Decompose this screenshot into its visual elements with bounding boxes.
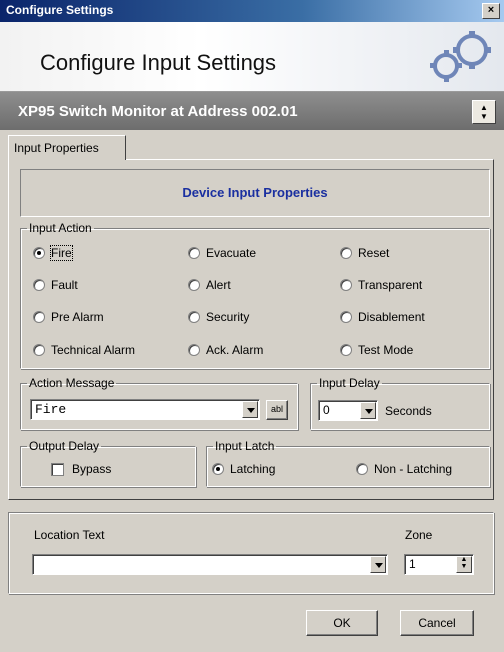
action-message-select[interactable]: Fire [30, 399, 260, 420]
radio-label: Security [206, 310, 250, 324]
device-spinner[interactable]: ▲ ▼ [472, 100, 496, 124]
device-title: XP95 Switch Monitor at Address 002.01 [18, 103, 298, 120]
page-title: Configure Input Settings [40, 50, 277, 75]
radio-label: Reset [358, 246, 390, 260]
radio-indicator[interactable] [188, 344, 200, 356]
output-delay-legend: Output Delay [29, 439, 100, 453]
bypass-checkbox[interactable] [51, 463, 64, 476]
radio-label: Fault [51, 278, 78, 292]
radio-indicator[interactable] [33, 311, 45, 323]
tab-label: Input Properties [14, 141, 99, 155]
input-delay-value: 0 [323, 403, 330, 417]
radio-indicator[interactable] [340, 344, 352, 356]
radio-label: Evacuate [206, 246, 257, 260]
radio-indicator[interactable] [212, 463, 224, 475]
radio-label: Ack. Alarm [206, 343, 264, 357]
radio-label: Non - Latching [374, 462, 453, 476]
zone-value: 1 [409, 557, 416, 571]
chevron-down-icon[interactable]: ▼ [473, 112, 495, 121]
radio-indicator[interactable] [340, 247, 352, 259]
panel-title-box: Device Input Properties [20, 169, 490, 217]
radio-indicator[interactable] [340, 311, 352, 323]
radio-indicator[interactable] [33, 344, 45, 356]
radio-label: Alert [206, 278, 231, 292]
device-bar: XP95 Switch Monitor at Address 002.01 ▲ … [0, 92, 504, 130]
zone-label: Zone [405, 528, 433, 542]
input-latch-legend: Input Latch [215, 439, 275, 453]
radio-label: Pre Alarm [51, 310, 104, 324]
radio-indicator[interactable] [33, 279, 45, 291]
radio-label: Fire [50, 245, 73, 261]
location-label: Location Text [34, 528, 105, 542]
chevron-down-icon[interactable] [370, 556, 386, 573]
zone-spinner[interactable]: 1 ▲ ▼ [404, 554, 474, 575]
chevron-up-icon[interactable]: ▲ [457, 556, 471, 563]
bypass-label: Bypass [72, 462, 112, 476]
radio-label: Latching [230, 462, 276, 476]
input-delay-select[interactable]: 0 [318, 400, 378, 421]
title-bar: Configure Settings × [0, 0, 504, 22]
cancel-button[interactable]: Cancel [400, 610, 474, 636]
chevron-down-icon[interactable] [360, 402, 376, 419]
header-banner: Configure Input Settings [0, 22, 504, 92]
ok-button[interactable]: OK [306, 610, 378, 636]
radio-label: Technical Alarm [51, 343, 136, 357]
radio-indicator[interactable] [188, 279, 200, 291]
chevron-down-icon[interactable] [242, 401, 258, 418]
chevron-down-icon[interactable]: ▼ [457, 563, 471, 570]
radio-label: Test Mode [358, 343, 414, 357]
action-message-value: Fire [35, 402, 67, 417]
input-delay-legend: Input Delay [319, 376, 380, 390]
gears-logo-icon [430, 31, 491, 82]
radio-label: Disablement [358, 310, 425, 324]
location-text-select[interactable] [32, 554, 388, 575]
radio-indicator[interactable] [188, 247, 200, 259]
radio-indicator[interactable] [33, 247, 45, 259]
radio-indicator[interactable] [340, 279, 352, 291]
edit-text-button[interactable]: abl [266, 400, 288, 420]
window-title: Configure Settings [6, 3, 114, 17]
radio-indicator[interactable] [356, 463, 368, 475]
zone-spin-buttons[interactable]: ▲ ▼ [456, 556, 472, 573]
tab-input-properties[interactable]: Input Properties [8, 135, 126, 160]
input-delay-unit: Seconds [385, 404, 432, 418]
radio-label: Transparent [358, 278, 423, 292]
action-message-legend: Action Message [29, 376, 115, 390]
close-button[interactable]: × [482, 3, 500, 19]
input-action-legend: Input Action [29, 221, 92, 235]
panel-title: Device Input Properties [182, 185, 328, 200]
location-panel [8, 512, 494, 594]
chevron-up-icon[interactable]: ▲ [473, 103, 495, 112]
radio-indicator[interactable] [188, 311, 200, 323]
